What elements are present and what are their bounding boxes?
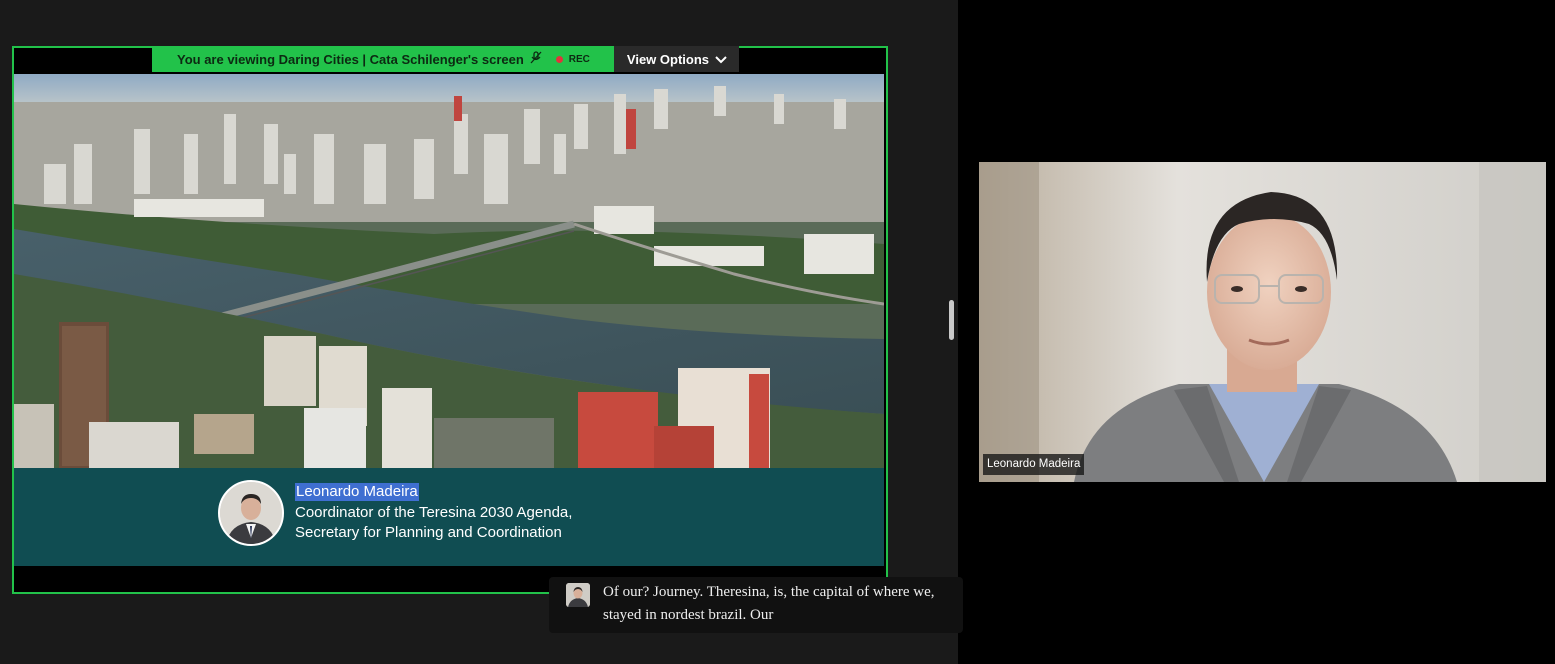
speaker-title-line2: Secretary for Planning and Coordination: [295, 524, 562, 541]
view-options-button[interactable]: View Options: [613, 46, 740, 72]
live-caption-text: Of our? Journey. Theresina, is, the capi…: [603, 584, 935, 623]
caption-speaker-avatar: [566, 583, 590, 607]
city-aerial-photo: [14, 74, 884, 468]
pane-resize-handle[interactable]: [949, 300, 954, 340]
chevron-down-icon: [715, 52, 727, 67]
participant-video-tile[interactable]: [979, 162, 1546, 482]
viewing-text: You are viewing Daring Cities | Cata Sch…: [177, 51, 524, 67]
live-caption-box: Of our? Journey. Theresina, is, the capi…: [549, 577, 963, 633]
view-options-label: View Options: [626, 51, 710, 67]
speaker-title-line1: Coordinator of the Teresina 2030 Agenda,: [295, 504, 573, 521]
rec-indicator-icon: [555, 55, 563, 63]
speaker-avatar: [218, 480, 284, 546]
speaker-name: Leonardo Madeira: [295, 483, 419, 501]
rec-label: REC: [568, 53, 590, 65]
mic-muted-icon: [530, 51, 542, 67]
participant-name-tag: Leonardo Madeira: [983, 454, 1085, 475]
share-info-label: You are viewing Daring Cities | Cata Sch…: [152, 46, 614, 72]
speaker-lower-third: Leonardo Madeira Coordinator of the Tere…: [14, 468, 884, 566]
share-banner: You are viewing Daring Cities | Cata Sch…: [152, 46, 740, 72]
